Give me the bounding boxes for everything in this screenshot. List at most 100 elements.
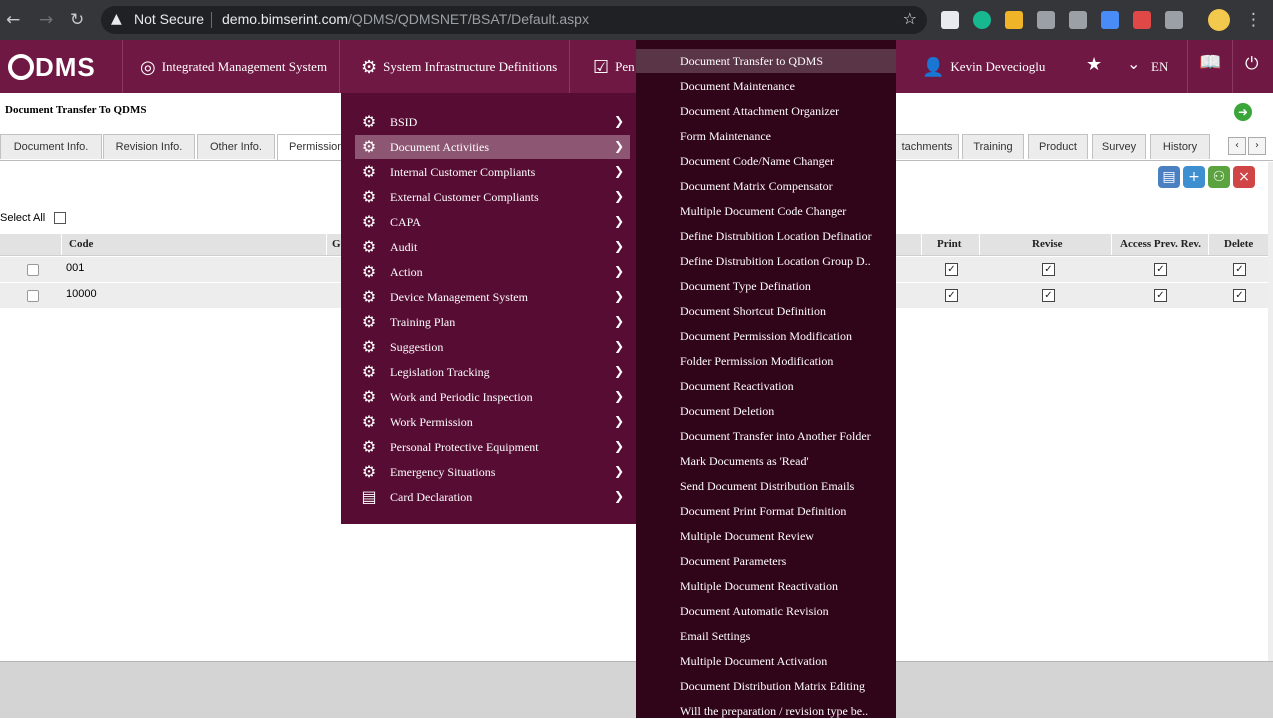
tab-attachments[interactable]: tachments	[895, 134, 959, 159]
extension-icon[interactable]	[1101, 11, 1119, 29]
submenu-item[interactable]: Document Maintenance	[636, 74, 896, 98]
favorites-star-icon[interactable]: ★	[1086, 54, 1102, 75]
submenu-item[interactable]: Document Shortcut Definition	[636, 299, 896, 323]
print-checkbox[interactable]: ✓	[945, 289, 958, 302]
submenu-item[interactable]: Document Transfer to QDMS	[636, 49, 896, 73]
book-icon[interactable]: 📖	[1199, 52, 1221, 73]
menu-item-capa[interactable]: ⚙ CAPA ❯	[355, 210, 630, 234]
submenu-item[interactable]: Mark Documents as 'Read'	[636, 449, 896, 473]
menu-item-audit[interactable]: ⚙ Audit ❯	[355, 235, 630, 259]
add-user-icon[interactable]: +	[1183, 166, 1205, 188]
extension-icon[interactable]	[1069, 11, 1087, 29]
tab-revision-info[interactable]: Revision Info.	[103, 134, 195, 159]
browser-menu-icon[interactable]: ⋮	[1245, 10, 1262, 30]
submenu-item[interactable]: Will the preparation / revision type be.…	[636, 699, 896, 718]
menu-item-emergency-situations[interactable]: ⚙ Emergency Situations ❯	[355, 460, 630, 484]
submenu-item[interactable]: Send Document Distribution Emails	[636, 474, 896, 498]
user-menu[interactable]: 👤 Kevin Devecioglu	[922, 57, 1045, 78]
address-bar[interactable]: ▲ Not Secure demo.bimserint.com/QDMS/QDM…	[101, 6, 927, 34]
profile-avatar[interactable]	[1208, 9, 1230, 31]
language-selector[interactable]: EN	[1151, 59, 1168, 75]
tab-document-info[interactable]: Document Info.	[0, 134, 102, 159]
menu-item-work-permission[interactable]: ⚙ Work Permission ❯	[355, 410, 630, 434]
security-status[interactable]: Not Secure	[134, 11, 204, 27]
column-code[interactable]: Code	[69, 238, 93, 250]
menu-item-internal-customer-compliants[interactable]: ⚙ Internal Customer Compliants ❯	[355, 160, 630, 184]
tab-training[interactable]: Training	[962, 134, 1024, 159]
revise-checkbox[interactable]: ✓	[1042, 289, 1055, 302]
row-checkbox[interactable]	[27, 264, 39, 276]
menu-item-card-declaration[interactable]: ▤ Card Declaration ❯	[355, 485, 630, 509]
menu-item-document-activities[interactable]: ⚙ Document Activities ❯	[355, 135, 630, 159]
column-revise[interactable]: Revise	[1032, 238, 1063, 250]
delete-checkbox[interactable]: ✓	[1233, 263, 1246, 276]
remove-user-icon[interactable]: ×	[1233, 166, 1255, 188]
back-arrow-icon[interactable]: ➜	[1234, 103, 1252, 121]
submenu-item[interactable]: Document Attachment Organizer	[636, 99, 896, 123]
extension-icon[interactable]	[941, 11, 959, 29]
submenu-item[interactable]: Document Permission Modification	[636, 324, 896, 348]
access-prev-rev-checkbox[interactable]: ✓	[1154, 263, 1167, 276]
menu-item-training-plan[interactable]: ⚙ Training Plan ❯	[355, 310, 630, 334]
menu-item-work-and-periodic-inspection[interactable]: ⚙ Work and Periodic Inspection ❯	[355, 385, 630, 409]
column-print[interactable]: Print	[937, 238, 961, 250]
submenu-item[interactable]: Multiple Document Reactivation	[636, 574, 896, 598]
tab-prev-button[interactable]: ‹	[1228, 137, 1246, 155]
nav-system-infrastructure-definitions[interactable]: ⚙ System Infrastructure Definitions	[361, 57, 557, 78]
submenu-item[interactable]: Document Transfer into Another Folder	[636, 424, 896, 448]
tab-next-button[interactable]: ›	[1248, 137, 1266, 155]
extension-icon[interactable]	[1133, 11, 1151, 29]
tab-product[interactable]: Product	[1028, 134, 1088, 159]
forward-arrow-icon[interactable]: →	[39, 10, 53, 30]
tab-other-info[interactable]: Other Info.	[197, 134, 275, 159]
submenu-item[interactable]: Document Type Defination	[636, 274, 896, 298]
submenu-item[interactable]: Document Automatic Revision	[636, 599, 896, 623]
back-arrow-icon[interactable]: ←	[6, 10, 20, 30]
url-text[interactable]: demo.bimserint.com/QDMS/QDMSNET/BSAT/Def…	[222, 11, 589, 27]
nav-pending[interactable]: ☑ Pen	[593, 57, 635, 78]
submenu-item[interactable]: Document Matrix Compensator	[636, 174, 896, 198]
revise-checkbox[interactable]: ✓	[1042, 263, 1055, 276]
menu-item-device-management-system[interactable]: ⚙ Device Management System ❯	[355, 285, 630, 309]
extension-icon[interactable]	[1165, 11, 1183, 29]
menu-item-external-customer-compliants[interactable]: ⚙ External Customer Compliants ❯	[355, 185, 630, 209]
submenu-item[interactable]: Multiple Document Activation	[636, 649, 896, 673]
column-delete[interactable]: Delete	[1224, 238, 1253, 250]
submenu-item[interactable]: Document Deletion	[636, 399, 896, 423]
bookmark-star-icon[interactable]: ☆	[903, 9, 917, 28]
submenu-item[interactable]: Document Code/Name Changer	[636, 149, 896, 173]
submenu-item[interactable]: Define Distrubition Location Definatior	[636, 224, 896, 248]
extension-icon[interactable]	[1005, 11, 1023, 29]
submenu-item[interactable]: Define Distrubition Location Group D..	[636, 249, 896, 273]
extension-icon[interactable]	[1037, 11, 1055, 29]
submenu-item[interactable]: Document Distribution Matrix Editing	[636, 674, 896, 698]
power-icon[interactable]: ⏻	[1245, 54, 1258, 74]
submenu-item[interactable]: Document Reactivation	[636, 374, 896, 398]
submenu-item[interactable]: Multiple Document Code Changer	[636, 199, 896, 223]
delete-checkbox[interactable]: ✓	[1233, 289, 1246, 302]
chevron-down-icon[interactable]: ⌄	[1127, 54, 1140, 73]
submenu-item[interactable]: Email Settings	[636, 624, 896, 648]
submenu-item[interactable]: Document Print Format Definition	[636, 499, 896, 523]
submenu-item[interactable]: Multiple Document Review	[636, 524, 896, 548]
select-all-checkbox[interactable]	[54, 212, 66, 224]
tab-history[interactable]: History	[1150, 134, 1210, 159]
tab-survey[interactable]: Survey	[1092, 134, 1146, 159]
menu-item-action[interactable]: ⚙ Action ❯	[355, 260, 630, 284]
qdms-logo[interactable]: DMS	[8, 52, 96, 83]
menu-item-legislation-tracking[interactable]: ⚙ Legislation Tracking ❯	[355, 360, 630, 384]
menu-item-personal-protective-equipment[interactable]: ⚙ Personal Protective Equipment ❯	[355, 435, 630, 459]
extension-icon[interactable]	[973, 11, 991, 29]
submenu-item[interactable]: Document Parameters	[636, 549, 896, 573]
menu-item-bsid[interactable]: ⚙ BSID ❯	[355, 110, 630, 134]
reload-icon[interactable]: ↻	[70, 10, 84, 30]
print-checkbox[interactable]: ✓	[945, 263, 958, 276]
access-prev-rev-checkbox[interactable]: ✓	[1154, 289, 1167, 302]
id-card-icon[interactable]: ▤	[1158, 166, 1180, 188]
column-access-prev-rev[interactable]: Access Prev. Rev.	[1120, 238, 1201, 250]
submenu-item[interactable]: Form Maintenance	[636, 124, 896, 148]
user-group-icon[interactable]: ⚇	[1208, 166, 1230, 188]
submenu-item[interactable]: Folder Permission Modification	[636, 349, 896, 373]
row-checkbox[interactable]	[27, 290, 39, 302]
column-g[interactable]: G	[332, 238, 341, 250]
